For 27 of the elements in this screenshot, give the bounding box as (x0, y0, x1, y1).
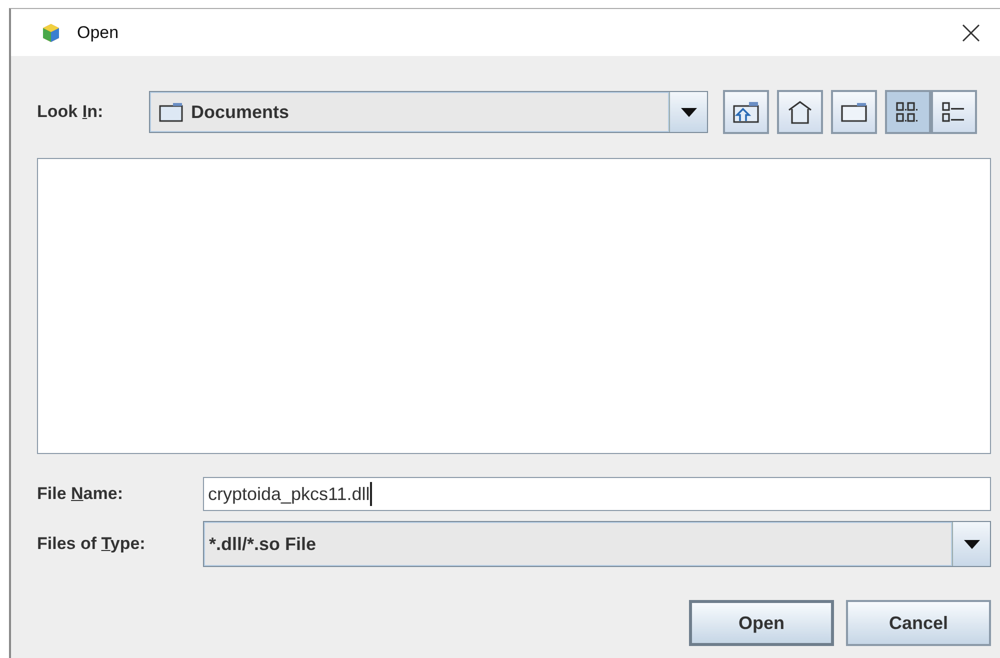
file-type-value: *.dll/*.so File (209, 534, 316, 554)
file-name-label: File Name: (37, 484, 124, 504)
dropdown-button[interactable] (669, 92, 707, 132)
file-type-label: Files of Type: (37, 534, 146, 554)
look-in-value: Documents (191, 102, 290, 122)
list-view-button[interactable] (885, 90, 931, 134)
up-folder-button[interactable] (723, 90, 769, 134)
file-type-dropdown[interactable]: *.dll/*.so File (203, 521, 991, 567)
home-button[interactable] (777, 90, 823, 134)
cancel-button[interactable]: Cancel (846, 600, 991, 646)
details-view-button[interactable] (931, 90, 977, 134)
folder-up-icon (733, 101, 759, 123)
look-in-label: Look In: (37, 102, 104, 122)
open-button[interactable]: Open (689, 600, 834, 646)
dropdown-arrow-icon (964, 540, 980, 548)
close-icon (962, 24, 980, 42)
new-folder-button[interactable] (831, 90, 877, 134)
dropdown-button[interactable] (952, 522, 990, 566)
dropdown-arrow-icon (680, 108, 696, 116)
file-name-field[interactable]: cryptoida_pkcs11.dll (203, 477, 991, 511)
cube-app-icon (41, 22, 61, 42)
folder-icon (841, 102, 867, 122)
home-icon (787, 100, 813, 124)
look-in-dropdown[interactable]: Documents (149, 91, 708, 133)
details-view-icon (941, 100, 967, 124)
window-title: Open (77, 22, 120, 42)
folder-icon (159, 102, 183, 122)
